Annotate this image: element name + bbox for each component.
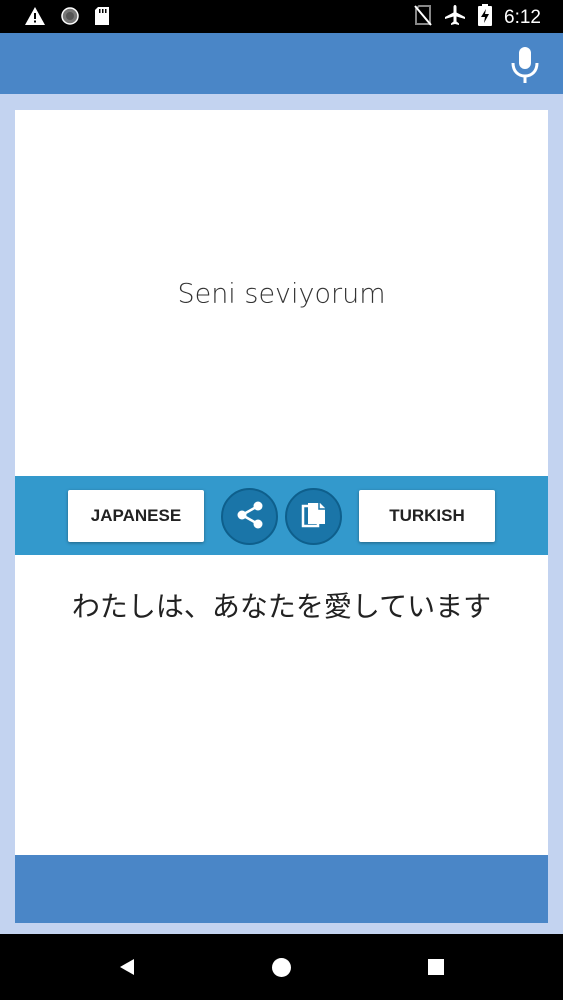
source-text: Seni seviyorum [177, 278, 386, 310]
warning-icon [24, 6, 46, 30]
source-text-panel[interactable]: Seni seviyorum [15, 110, 548, 476]
mic-icon [507, 47, 543, 89]
sd-card-icon [94, 6, 110, 30]
status-time: 6:12 [504, 6, 541, 28]
target-language-button[interactable]: TURKISH [359, 490, 495, 542]
airplane-icon [444, 4, 466, 30]
battery-charging-icon [478, 4, 493, 30]
translated-text: わたしは、あなたを愛しています [71, 590, 492, 623]
share-icon [234, 499, 266, 535]
copy-button[interactable] [285, 488, 342, 545]
share-button[interactable] [221, 488, 278, 545]
status-right-icons: 6:12 [414, 4, 541, 30]
back-icon [117, 959, 137, 981]
copy-icon [299, 500, 329, 534]
sync-circle-icon [60, 6, 80, 30]
back-button[interactable] [117, 957, 137, 977]
recents-button[interactable] [428, 959, 444, 975]
mic-button[interactable] [507, 45, 543, 85]
status-left-icons [24, 6, 110, 30]
status-bar: 6:12 [0, 0, 563, 33]
home-button[interactable] [272, 958, 291, 977]
language-control-bar: JAPANESE TURKISH [15, 476, 548, 556]
no-sim-icon [414, 4, 432, 30]
source-language-button[interactable]: JAPANESE [68, 490, 204, 542]
app-bar [0, 33, 563, 94]
footer-banner [15, 855, 548, 923]
translated-text-panel: わたしは、あなたを愛しています [15, 555, 548, 855]
system-nav-bar [0, 934, 563, 1000]
